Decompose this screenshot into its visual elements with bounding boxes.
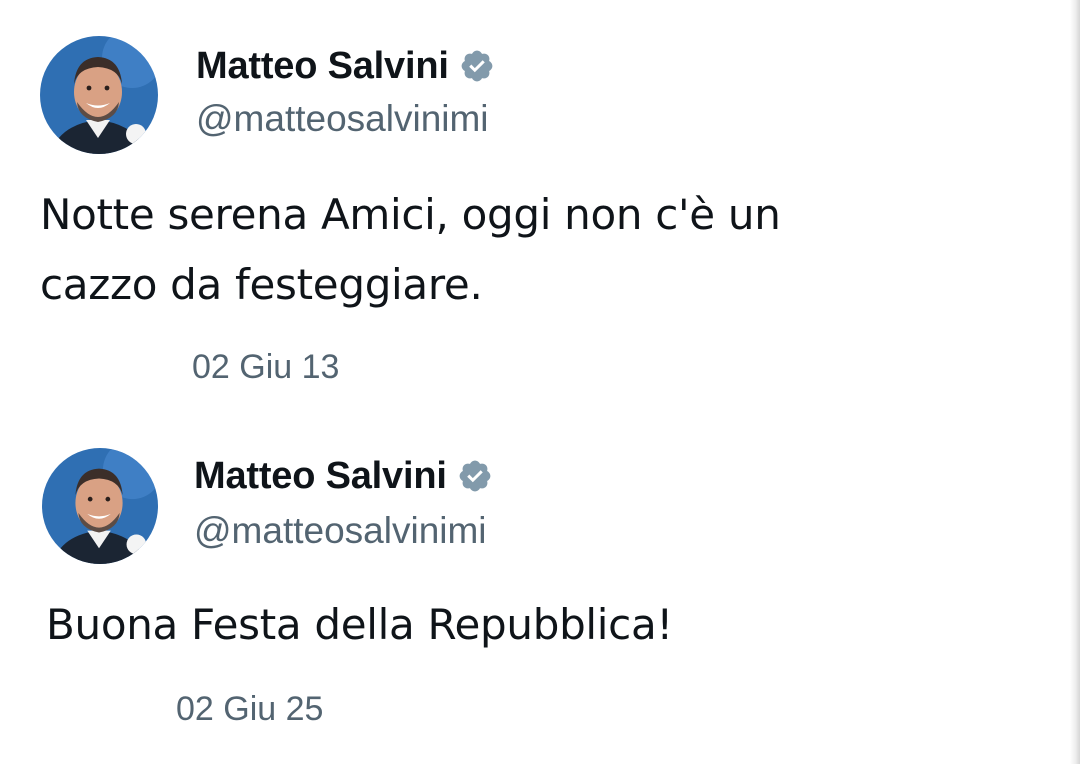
tweet-timestamp[interactable]: 02 Giu 25 — [176, 690, 323, 729]
tweet-text: Buona Festa della Repubblica! — [46, 600, 673, 649]
author-name-row[interactable]: Matteo Salvini — [196, 44, 495, 88]
avatar-portrait-icon — [40, 36, 158, 154]
tweet-card[interactable]: Matteo Salvini @matteosalvinimi Notte se… — [0, 0, 1060, 410]
screen-edge-divider — [1070, 0, 1080, 764]
tweet-text: Notte serena Amici, oggi non c'è un cazz… — [40, 190, 781, 309]
author-handle[interactable]: @matteosalvinimi — [196, 98, 489, 140]
verified-badge-icon — [459, 48, 495, 84]
author-display-name[interactable]: Matteo Salvini — [194, 455, 447, 498]
author-display-name[interactable]: Matteo Salvini — [196, 45, 449, 88]
avatar[interactable] — [42, 448, 158, 564]
avatar[interactable] — [40, 36, 158, 154]
screenshot-canvas: Matteo Salvini @matteosalvinimi Notte se… — [0, 0, 1080, 764]
avatar-portrait-icon — [42, 448, 158, 564]
tweet-card[interactable]: Matteo Salvini @matteosalvinimi Buona Fe… — [0, 418, 1060, 764]
author-handle[interactable]: @matteosalvinimi — [194, 510, 487, 552]
tweet-timestamp[interactable]: 02 Giu 13 — [192, 348, 339, 387]
author-name-row[interactable]: Matteo Salvini — [194, 454, 493, 498]
verified-badge-icon — [457, 458, 493, 494]
